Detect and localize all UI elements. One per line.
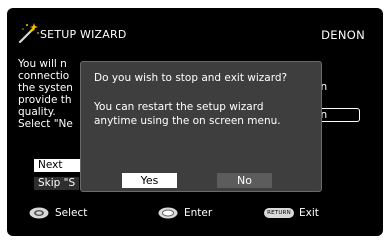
dialog-message-line: You can restart the setup wizard (94, 101, 264, 113)
dialog-message: You can restart the setup wizard anytime… (94, 100, 281, 128)
page-title: SETUP WIZARD (40, 28, 127, 41)
setup-wizard-screen: SETUP WIZARD DENON You will n connectio … (7, 8, 383, 236)
cursor-pad-icon (29, 207, 49, 219)
brand-logo: DENON (321, 28, 365, 42)
wizard-description: You will n connectio the systen provide … (18, 58, 73, 130)
footer-enter-hint: Enter (158, 206, 212, 220)
footer-exit-hint: RETURN Exit (264, 206, 319, 220)
footer-select-hint: Select (29, 206, 87, 220)
description-line: connectio (18, 70, 70, 82)
footer-exit-label: Exit (299, 207, 319, 219)
description-line: You will n (18, 58, 67, 70)
dialog-message-line: anytime using the on screen menu. (94, 115, 281, 127)
description-line: provide th (18, 94, 72, 106)
next-option[interactable]: Next (34, 159, 86, 172)
yes-button[interactable]: Yes (122, 173, 177, 188)
magic-wand-icon (18, 23, 39, 44)
description-line: quality. (18, 106, 56, 118)
footer-enter-label: Enter (184, 207, 213, 219)
footer-select-label: Select (55, 207, 88, 219)
no-button[interactable]: No (217, 173, 272, 188)
return-key-icon: RETURN (264, 208, 294, 218)
exit-wizard-dialog: Do you wish to stop and exit wizard? You… (80, 61, 322, 192)
description-line: Select "Ne (18, 118, 73, 130)
dialog-question: Do you wish to stop and exit wizard? (94, 72, 288, 84)
description-line: the systen (18, 82, 73, 94)
enter-button-icon (158, 207, 178, 219)
skip-option[interactable]: Skip "S (34, 177, 80, 190)
header: SETUP WIZARD DENON (7, 8, 383, 48)
